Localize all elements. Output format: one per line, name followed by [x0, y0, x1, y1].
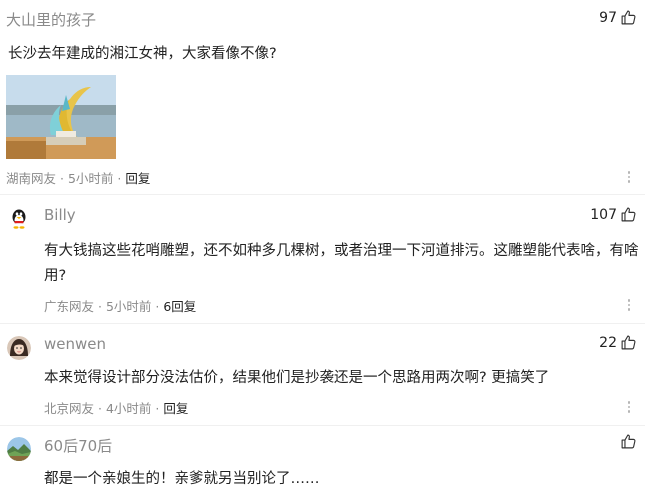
- divider: [0, 194, 645, 195]
- comment-meta: 广东网友 · 5小时前 · 6回复: [44, 299, 197, 314]
- reply-button[interactable]: 回复: [163, 401, 188, 416]
- thumbs-up-icon: [621, 10, 636, 25]
- reply-button[interactable]: 6回复: [163, 299, 196, 314]
- username[interactable]: wenwen: [44, 335, 106, 353]
- landscape-avatar[interactable]: [7, 437, 31, 461]
- more-vertical-icon[interactable]: [627, 171, 631, 183]
- like-button[interactable]: 107: [590, 206, 637, 223]
- username[interactable]: 60后70后: [44, 435, 112, 456]
- time: 5小时前: [105, 299, 152, 314]
- username[interactable]: Billy: [44, 206, 76, 224]
- thumbs-up-icon: [621, 335, 636, 350]
- divider: [0, 425, 645, 426]
- like-count: 22: [599, 334, 617, 351]
- comment-text: 本来觉得设计部分没法估价，结果他们是抄袭还是一个思路用两次啊? 更搞笑了: [44, 370, 550, 386]
- time: 4小时前: [105, 401, 152, 416]
- comment-text: 都是一个亲娘生的！亲爹就另当别论了……: [44, 471, 320, 487]
- comment-meta: 北京网友 · 4小时前 · 回复: [44, 401, 189, 416]
- like-button[interactable]: 22: [599, 334, 637, 351]
- thumbs-up-icon: [621, 434, 636, 449]
- penguin-avatar[interactable]: [7, 207, 31, 231]
- girl-avatar[interactable]: [7, 336, 31, 360]
- thumbs-up-icon: [621, 207, 636, 222]
- reply-button[interactable]: 回复: [125, 171, 150, 186]
- like-button[interactable]: 97: [599, 9, 637, 26]
- region: 北京网友: [44, 401, 95, 416]
- like-count: 97: [599, 9, 617, 26]
- more-vertical-icon[interactable]: [627, 299, 631, 311]
- like-count: 107: [590, 206, 617, 223]
- region: 湖南网友: [6, 171, 57, 186]
- comment-text: 有大钱搞这些花哨雕塑，还不如种多几棵树，或者治理一下河道排污。这雕塑能代表啥，有…: [44, 243, 639, 284]
- divider: [0, 323, 645, 324]
- comment-text: 长沙去年建成的湘江女神，大家看像不像?: [8, 46, 277, 62]
- more-vertical-icon[interactable]: [627, 401, 631, 413]
- username[interactable]: 大山里的孩子: [6, 9, 96, 30]
- comment-meta: 湖南网友 · 5小时前 · 回复: [6, 171, 151, 186]
- like-button[interactable]: [617, 433, 637, 450]
- statue-photo[interactable]: [6, 75, 116, 159]
- time: 5小时前: [67, 171, 114, 186]
- region: 广东网友: [44, 299, 95, 314]
